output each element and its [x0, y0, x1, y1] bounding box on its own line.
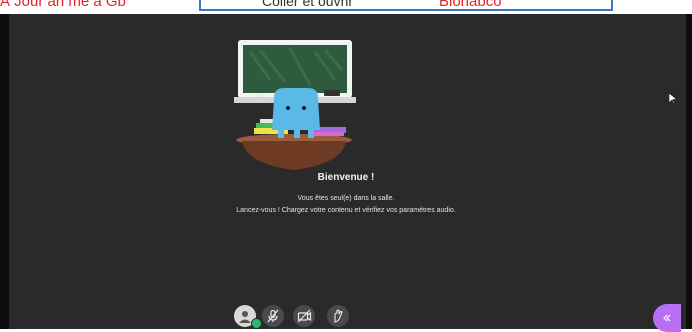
microphone-off-icon: [267, 309, 279, 323]
top-left-text: À Jour an mé a Gb: [0, 0, 126, 10]
collaborate-panel-toggle[interactable]: [653, 304, 681, 332]
chevron-double-left-icon: [663, 314, 671, 322]
camera-button[interactable]: [293, 305, 315, 327]
mouse-pointer-icon: [669, 93, 677, 105]
session-stage: Bienvenue ! Vous êtes seul(e) dans la sa…: [0, 14, 692, 332]
top-right-text: Blonabco: [439, 0, 502, 10]
top-middle-text[interactable]: Coller et ouvrir: [262, 0, 353, 9]
welcome-message-line2: Lancez-vous ! Chargez votre contenu et v…: [236, 207, 456, 214]
online-status-dot: [251, 318, 262, 329]
camera-off-icon: [297, 309, 311, 323]
welcome-title: Bienvenue !: [317, 172, 375, 183]
classroom-illustration: [234, 40, 356, 170]
welcome-message-line1: Vous êtes seul(e) dans la salle.: [297, 195, 395, 202]
raise-hand-button[interactable]: [327, 305, 349, 327]
user-avatar-icon: [239, 311, 251, 323]
top-browser-strip: À Jour an mé a Gb Coller et ouvrir Blona…: [0, 0, 692, 14]
avatar-button[interactable]: [234, 305, 262, 329]
raise-hand-icon: [334, 309, 343, 323]
microphone-button[interactable]: [262, 305, 284, 327]
